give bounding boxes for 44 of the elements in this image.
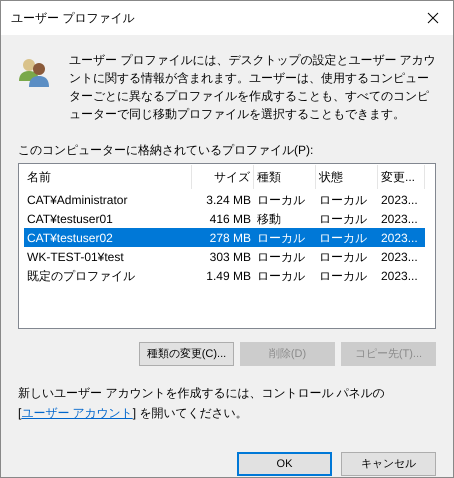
- table-row[interactable]: CAT¥Administrator 3.24 MB ローカル ローカル 2023...: [24, 190, 425, 209]
- table-row[interactable]: WK-TEST-01¥test 303 MB ローカル ローカル 2023...: [24, 247, 425, 266]
- table-cell-text: CAT¥testuser02: [26, 230, 114, 246]
- table-cell-text: ローカル: [318, 248, 368, 266]
- description-text: ユーザー プロファイルには、デスクトップの設定とユーザー アカウントに関する情報が含まれます。ユーザーは、使用するコンピューターごとに異なるプロファイルを作成することも、すべてのコンピューターで同じ移動プロファイルを選択することもできます。: [69, 52, 437, 123]
- column-header[interactable]: サイズ: [192, 165, 254, 189]
- table-cell-text: 2023...: [380, 192, 419, 208]
- window-title: ユーザー プロファイル: [11, 10, 134, 27]
- dialog-button[interactable]: キャンセル: [341, 452, 436, 476]
- table-cell-text: ローカル: [318, 268, 368, 284]
- column-header[interactable]: 状態: [316, 165, 378, 189]
- table-row[interactable]: CAT¥testuser01 416 MB 移動 ローカル 2023...: [24, 209, 425, 228]
- table-cell-text: 2023...: [380, 230, 419, 246]
- table-cell-text: 既定のプロファイル: [26, 268, 136, 284]
- table-cell-text: 3.24 MB: [205, 192, 252, 208]
- column-header[interactable]: 種類: [254, 165, 316, 189]
- table-row[interactable]: CAT¥testuser02 278 MB ローカル ローカル 2023...: [24, 228, 425, 247]
- table-cell-text: ローカル: [256, 230, 306, 246]
- table-cell-text: ローカル: [256, 192, 306, 208]
- table-cell-text: ローカル: [256, 268, 306, 284]
- table-cell-text: CAT¥testuser01: [26, 210, 114, 228]
- table-row[interactable]: 既定のプロファイル 1.49 MB ローカル ローカル 2023...: [24, 266, 425, 285]
- table-cell-text: 278 MB: [208, 230, 252, 246]
- table-cell-text: 移動: [256, 210, 282, 228]
- table-cell-text: 2023...: [380, 248, 419, 266]
- table-cell-text: 303 MB: [208, 248, 252, 266]
- table-cell-text: ローカル: [318, 192, 368, 208]
- user-accounts-link[interactable]: ユーザー アカウント: [21, 406, 133, 420]
- table-cell-text: ローカル: [318, 230, 368, 246]
- table-cell-text: WK-TEST-01¥test: [26, 248, 125, 266]
- table-cell-text: 416 MB: [208, 210, 252, 228]
- table-cell-text: 2023...: [380, 268, 419, 284]
- column-header[interactable]: 名前: [24, 165, 192, 189]
- table-cell-text: CAT¥Administrator: [26, 192, 128, 208]
- column-header[interactable]: 変更...: [378, 165, 425, 189]
- table-cell-text: ローカル: [256, 248, 306, 266]
- list-label: このコンピューターに格納されているプロファイル(P):: [18, 142, 314, 159]
- footer-text: 新しいユーザー アカウントを作成するには、コントロール パネルの [ユーザー アカウント] を開いてください。: [18, 385, 386, 422]
- table-cell-text: ローカル: [318, 210, 368, 228]
- dialog-button[interactable]: 種類の変更(C)...: [139, 342, 234, 366]
- table-cell-text: 2023...: [380, 210, 419, 228]
- close-icon[interactable]: [427, 12, 439, 24]
- table-cell-text: 1.49 MB: [205, 268, 252, 284]
- dialog-button[interactable]: OK: [237, 452, 332, 476]
